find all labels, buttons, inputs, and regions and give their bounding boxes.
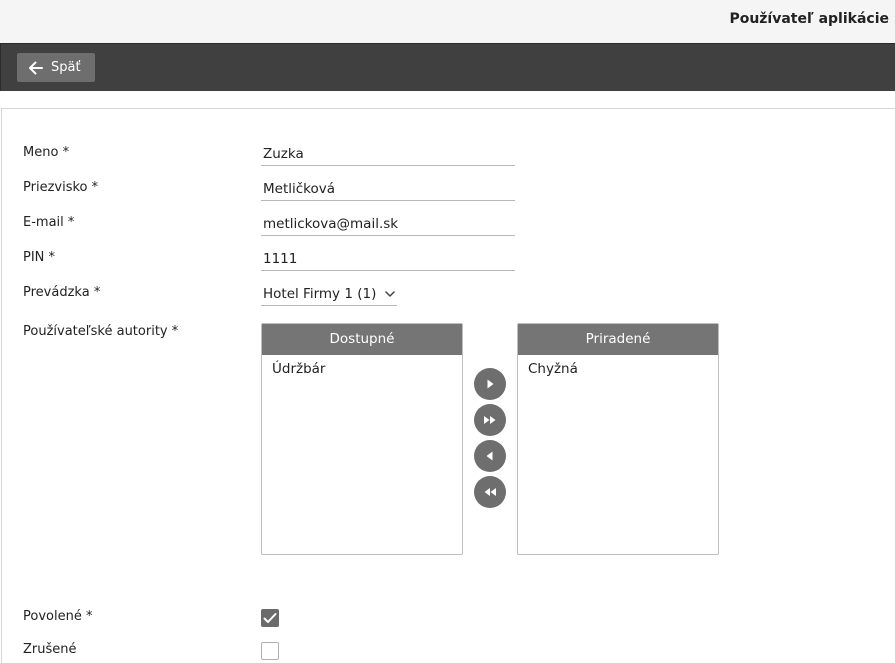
email-input[interactable]: metlickova@mail.sk [261,213,515,236]
list-item[interactable]: Chyžná [518,355,718,383]
autority-label: Používateľské autority * [23,324,179,339]
meno-input[interactable]: Zuzka [261,143,515,166]
move-all-right-button[interactable] [474,404,506,436]
prevadzka-select[interactable]: Hotel Firmy 1 (1) [261,283,397,306]
assigned-list: Priradené Chyžná [517,323,719,555]
back-button-label: Späť [51,60,81,75]
email-label: E-mail * [23,215,75,230]
rewind-icon [484,488,496,496]
priezvisko-input[interactable]: Metličková [261,178,515,201]
page-title: Používateľ aplikácie [729,11,889,27]
header-bar: Používateľ aplikácie [0,0,895,43]
povolene-label: Povolené * [23,609,93,624]
back-button[interactable]: Späť [17,53,95,82]
povolene-checkbox[interactable] [261,609,279,627]
fast-forward-icon [484,416,496,424]
zrusene-checkbox[interactable] [261,642,279,660]
available-list-header: Dostupné [262,324,462,355]
move-right-button[interactable] [474,368,506,400]
chevron-down-icon [385,290,395,297]
assigned-list-header: Priradené [518,324,718,355]
prevadzka-label: Prevádzka * [23,285,101,300]
move-left-button[interactable] [474,440,506,472]
pin-input[interactable]: 1111 [261,248,515,271]
available-list: Dostupné Údržbár [261,323,463,555]
arrow-left-icon [29,61,43,74]
play-left-icon [486,451,493,461]
list-item[interactable]: Údržbár [262,355,462,383]
meno-label: Meno * [23,145,70,160]
pin-label: PIN * [23,250,56,265]
prevadzka-value: Hotel Firmy 1 (1) [263,286,377,302]
priezvisko-label: Priezvisko * [23,180,99,195]
check-icon [263,613,277,623]
zrusene-label: Zrušené [23,642,77,657]
toolbar: Späť [0,43,895,91]
move-all-left-button[interactable] [474,476,506,508]
play-icon [487,379,494,389]
